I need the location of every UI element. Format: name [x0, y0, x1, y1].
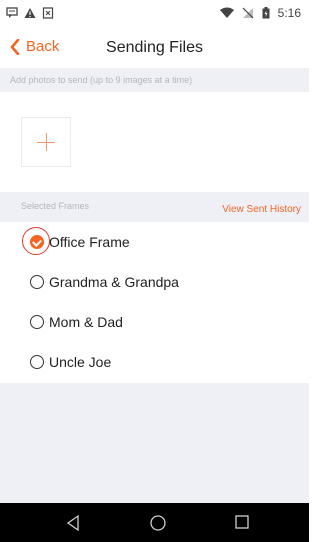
page-title: Sending Files — [106, 39, 203, 56]
empty-area — [0, 383, 309, 503]
frame-item-mom-dad[interactable]: Mom & Dad — [0, 302, 309, 342]
selected-frames-label: Selected Frames — [21, 201, 90, 211]
frame-name: Uncle Joe — [49, 354, 112, 370]
radio-unchecked-icon[interactable] — [30, 275, 44, 289]
recents-square-icon[interactable] — [235, 515, 249, 529]
radio-unchecked-icon[interactable] — [30, 355, 44, 369]
back-triangle-icon[interactable] — [66, 515, 80, 531]
home-circle-icon[interactable] — [150, 515, 166, 531]
photos-hint-text: Add photos to send (up to 9 images at a … — [10, 75, 193, 85]
frames-header: Selected Frames View Sent History — [0, 192, 309, 222]
status-bar: 5:16 — [0, 0, 309, 28]
wifi-icon — [219, 7, 234, 18]
radio-unchecked-icon[interactable] — [30, 315, 44, 329]
no-sim-icon — [242, 7, 254, 19]
frame-list: Office Frame Grandma & Grandpa Mom & Dad… — [0, 222, 309, 382]
frame-item-uncle-joe[interactable]: Uncle Joe — [0, 342, 309, 382]
android-navigation-bar — [0, 503, 309, 542]
view-sent-history-link[interactable]: View Sent History — [222, 204, 301, 215]
frame-name: Grandma & Grandpa — [49, 274, 179, 290]
frame-name: Mom & Dad — [49, 314, 123, 330]
radio-checked-icon[interactable] — [30, 235, 44, 249]
navigation-bar: Back Sending Files — [0, 28, 309, 68]
warning-icon — [24, 8, 36, 18]
download-box-icon — [42, 7, 54, 19]
photo-area — [0, 92, 309, 192]
photos-hint: Add photos to send (up to 9 images at a … — [0, 68, 309, 92]
status-time: 5:16 — [277, 6, 301, 20]
message-icon — [6, 7, 18, 18]
frame-item-grandma-grandpa[interactable]: Grandma & Grandpa — [0, 262, 309, 302]
frame-item-office[interactable]: Office Frame — [0, 222, 309, 262]
add-photo-button[interactable] — [21, 117, 71, 167]
battery-icon — [262, 7, 270, 19]
frame-name: Office Frame — [49, 234, 130, 250]
